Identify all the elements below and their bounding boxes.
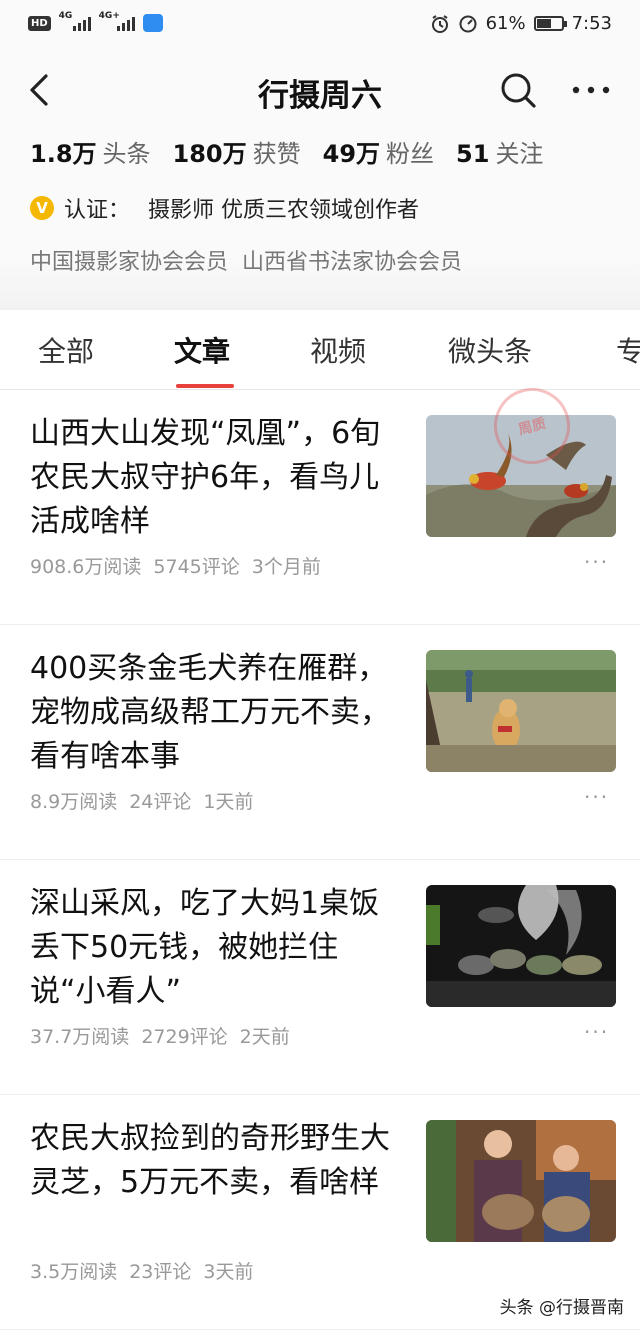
data-saver-icon (459, 15, 477, 32)
nav-bar: 行摄周六 (0, 62, 640, 118)
article-thumbnail[interactable] (426, 885, 616, 1007)
profile-stats: 1.8万 头条 180万 获赞 49万 粉丝 51 关注 (30, 134, 565, 169)
comment-count: 24评论 (129, 791, 192, 813)
page-title: 行摄周六 (258, 78, 382, 114)
stat-label: 获赞 (252, 140, 301, 168)
article-title[interactable]: 农民大叔捡到的奇形野生大灵芝，5万元不卖，看啥样 (30, 1117, 400, 1205)
status-bar: HD 4G 4G+ 61% 7:53 (0, 0, 640, 50)
network-type-label-2: 4G+ (98, 11, 120, 21)
stat-following[interactable]: 51 关注 (456, 134, 543, 169)
tab-all[interactable]: 全部 (38, 330, 94, 370)
article-more-icon[interactable]: ··· (584, 785, 609, 809)
stat-label: 粉丝 (386, 140, 435, 168)
article-title[interactable]: 400买条金毛犬养在雁群，宠物成高级帮工万元不卖，看有啥本事 (30, 647, 400, 779)
article-more-icon[interactable]: ··· (584, 550, 609, 574)
stat-label: 头条 (102, 140, 151, 168)
publish-time: 3个月前 (251, 556, 321, 578)
stat-value: 51 (456, 140, 490, 168)
article-title[interactable]: 深山采风，吃了大妈1桌饭丢下50元钱，被她拦住说“小看人” (30, 882, 400, 1014)
stat-followers[interactable]: 49万 粉丝 (323, 134, 434, 169)
article-meta: 37.7万阅读 2729评论 2天前 (30, 1022, 290, 1049)
comment-count: 23评论 (129, 1261, 192, 1283)
source-watermark: 头条 @行摄晋南 (499, 1298, 624, 1318)
verification-info: V 认证： 摄影师 优质三农领域创作者 (30, 192, 419, 224)
battery-icon (533, 16, 567, 31)
article-more-icon[interactable]: ··· (584, 1020, 609, 1044)
article-item[interactable]: 400买条金毛犬养在雁群，宠物成高级帮工万元不卖，看有啥本事 8.9万阅读 24… (0, 625, 640, 860)
article-title[interactable]: 山西大山发现“凤凰”，6旬农民大叔守护6年，看鸟儿活成啥样 (30, 412, 400, 544)
stat-likes[interactable]: 180万 获赞 (173, 134, 301, 169)
stat-label: 关注 (495, 140, 544, 168)
article-item[interactable]: 深山采风，吃了大妈1桌饭丢下50元钱，被她拦住说“小看人” 37.7万阅读 27… (0, 860, 640, 1095)
hd-voice-icon: HD (28, 15, 51, 31)
verified-badge-icon: V (30, 196, 54, 220)
content-tabs: 全部 文章 视频 微头条 专 (0, 310, 640, 390)
comment-count: 5745评论 (153, 556, 240, 578)
publish-time: 3天前 (203, 1261, 254, 1283)
network-type-label: 4G (58, 11, 73, 21)
comment-count: 2729评论 (141, 1026, 228, 1048)
membership-text: 中国摄影家协会会员 山西省书法家协会会员 (30, 250, 462, 275)
read-count: 908.6万阅读 (30, 556, 142, 578)
tab-articles[interactable]: 文章 (174, 330, 230, 370)
stat-value: 1.8万 (30, 140, 97, 168)
stat-posts[interactable]: 1.8万 头条 (30, 134, 151, 169)
active-tab-indicator (176, 384, 234, 388)
tab-micro-posts[interactable]: 微头条 (448, 330, 532, 370)
verification-text: 摄影师 优质三农领域创作者 (148, 198, 420, 223)
signal-icon-2: 4G+ (99, 11, 135, 31)
alarm-icon (431, 14, 448, 33)
verification-label: 认证： (64, 198, 131, 223)
profile-header: 行摄周六 1.8万 头条 180万 获赞 49万 粉丝 51 关注 V 认证： … (0, 50, 640, 310)
article-thumbnail[interactable] (426, 650, 616, 772)
article-meta: 8.9万阅读 24评论 1天前 (30, 787, 254, 814)
article-thumbnail[interactable] (426, 1120, 616, 1242)
battery-percent: 61% (485, 13, 526, 34)
stat-value: 49万 (322, 140, 381, 168)
tab-special[interactable]: 专 (616, 330, 640, 370)
signal-icon: 4G (59, 11, 91, 31)
tab-videos[interactable]: 视频 (310, 330, 366, 370)
more-menu-icon[interactable] (568, 70, 614, 110)
publish-time: 2天前 (239, 1026, 290, 1048)
article-meta: 908.6万阅读 5745评论 3个月前 (30, 552, 321, 579)
clock: 7:53 (571, 13, 612, 34)
read-count: 3.5万阅读 (30, 1261, 118, 1283)
article-meta: 3.5万阅读 23评论 3天前 (30, 1257, 254, 1284)
read-count: 37.7万阅读 (30, 1026, 130, 1048)
publish-time: 1天前 (203, 791, 254, 813)
search-icon[interactable] (498, 70, 538, 110)
app-notification-icon (142, 14, 163, 32)
stat-value: 180万 (172, 140, 247, 168)
read-count: 8.9万阅读 (30, 791, 118, 813)
